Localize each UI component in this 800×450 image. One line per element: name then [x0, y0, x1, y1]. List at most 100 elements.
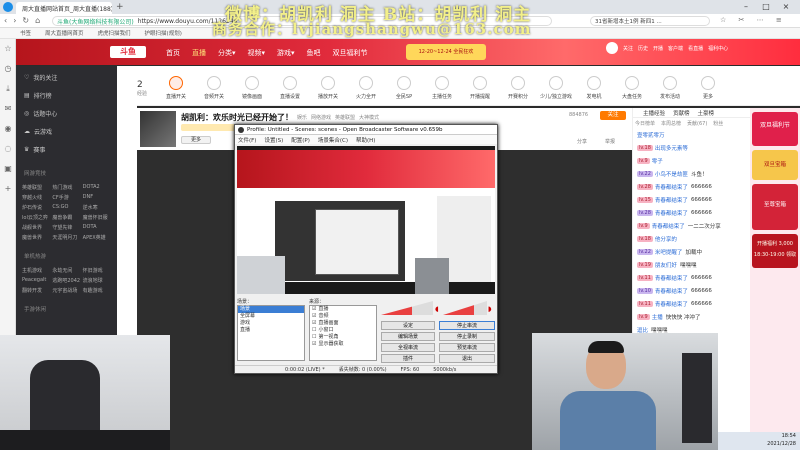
- tool-item[interactable]: 开播提醒: [461, 71, 499, 100]
- source-item[interactable]: ☑ 直播画面: [310, 320, 376, 327]
- chat-message[interactable]: lv.18 他分享的: [633, 232, 750, 245]
- chat-username[interactable]: 主播: [652, 313, 663, 321]
- chat-message[interactable]: lv.11 青春都结束了 666666: [633, 271, 750, 284]
- obs-stop-record-button[interactable]: 停止录制: [439, 332, 495, 341]
- chat-tab[interactable]: 土豪榜: [698, 109, 715, 117]
- header-watch[interactable]: 看直播: [688, 45, 703, 52]
- tool-item[interactable]: 发布活动: [651, 71, 689, 100]
- chat-username[interactable]: 米吧提醒了: [655, 248, 683, 256]
- header-welfare[interactable]: 福利中心: [708, 45, 728, 52]
- obs-settings-button[interactable]: 设定: [381, 321, 435, 330]
- chat-message[interactable]: lv.28 青春都结束了 666666: [633, 206, 750, 219]
- obs-preview[interactable]: [237, 146, 495, 294]
- game-icon[interactable]: ▣: [0, 159, 16, 179]
- checkbox-icon[interactable]: ☑: [312, 306, 316, 313]
- tool-item[interactable]: 少儿/独立游戏: [537, 71, 575, 100]
- game-link[interactable]: 怀旧游戏: [83, 267, 111, 274]
- tool-item[interactable]: 音频开关: [195, 71, 233, 100]
- game-link[interactable]: 魔兽怀旧服: [83, 214, 111, 221]
- nav-video[interactable]: 视频▾: [248, 48, 266, 58]
- source-item[interactable]: ☐ 小窗口: [310, 327, 376, 334]
- desktop-volume-meter[interactable]: [443, 301, 487, 315]
- bookmark-item[interactable]: 书签: [20, 29, 31, 37]
- user-avatar[interactable]: [606, 42, 618, 54]
- chat-message[interactable]: lv.9 主播 快快快 冲冲了: [633, 310, 750, 323]
- checkbox-icon[interactable]: ☐: [312, 327, 316, 334]
- chat-message[interactable]: 壹零贰零万: [633, 128, 750, 141]
- back-icon[interactable]: ‹: [4, 16, 7, 25]
- source-item[interactable]: ☑ 直播: [310, 306, 376, 313]
- chat-username[interactable]: 朋友们好: [655, 261, 677, 269]
- chat-message[interactable]: lv.22 小鸟不是劫匪 斗鱼！: [633, 167, 750, 180]
- room-tag[interactable]: 娱乐: [297, 114, 307, 121]
- game-link[interactable]: APEX英雄: [83, 234, 111, 241]
- obs-plugins-button[interactable]: 插件: [381, 354, 435, 363]
- game-link[interactable]: 流浪地球: [83, 277, 111, 284]
- obs-preview-button[interactable]: 预览串流: [439, 343, 495, 352]
- game-link[interactable]: DOTA2: [83, 184, 111, 191]
- home-icon[interactable]: ⌂: [35, 16, 40, 25]
- room-tag[interactable]: 网络游戏: [311, 114, 331, 121]
- toolbar-icons[interactable]: ☆ ✂ ⋯ ≡: [720, 16, 787, 24]
- chat-username[interactable]: 青春都结束了: [655, 300, 688, 308]
- maximize-button[interactable]: □: [760, 1, 772, 12]
- obs-exit-button[interactable]: 退出: [439, 354, 495, 363]
- follow-button[interactable]: 关注: [600, 111, 626, 120]
- chat-username[interactable]: 青春都结束了: [655, 209, 688, 217]
- obs-menu-file[interactable]: 文件(F): [238, 136, 256, 144]
- close-window-button[interactable]: ×: [780, 1, 792, 12]
- chat-message[interactable]: lv.28 青春都结束了 666666: [633, 180, 750, 193]
- tool-item[interactable]: 大盘任务: [613, 71, 651, 100]
- history-icon[interactable]: ◷: [0, 59, 16, 79]
- mic-icon[interactable]: ◖: [435, 305, 443, 313]
- chat-message[interactable]: lv.15 青春都结束了 666666: [633, 193, 750, 206]
- room-tag[interactable]: 英雄联盟: [335, 114, 355, 121]
- chat-subtab[interactable]: 本周总榜: [661, 120, 681, 127]
- douyu-logo[interactable]: 斗鱼: [110, 46, 146, 58]
- header-client[interactable]: 客户端: [668, 45, 683, 52]
- sidebar-item-esports[interactable]: ♛ 赛事: [16, 140, 117, 158]
- game-link[interactable]: Peacegalt: [22, 277, 50, 284]
- chat-tab[interactable]: 主播经验: [643, 109, 665, 117]
- room-more-button[interactable]: 更多: [181, 136, 211, 144]
- scene-item[interactable]: 场景: [238, 306, 304, 313]
- header-follow[interactable]: 关注: [623, 45, 633, 52]
- chat-username[interactable]: 他分享的: [655, 235, 677, 243]
- game-link[interactable]: 逆水寒: [83, 204, 111, 211]
- source-item[interactable]: ☐ 第一视角: [310, 334, 376, 341]
- source-item[interactable]: ☑ 显示器获取: [310, 341, 376, 348]
- mic-volume-meter[interactable]: [381, 301, 433, 315]
- game-link[interactable]: CS:GO: [52, 204, 80, 211]
- tool-item[interactable]: 直播设置: [271, 71, 309, 100]
- chat-message[interactable]: lv.9 零子: [633, 154, 750, 167]
- more-tools[interactable]: 更多: [689, 71, 727, 100]
- chat-username[interactable]: 青春都结束了: [655, 287, 688, 295]
- chat-username[interactable]: 青春都结束了: [655, 196, 688, 204]
- chat-username[interactable]: 青春都结束了: [655, 274, 688, 282]
- checkbox-icon[interactable]: ☑: [312, 320, 316, 327]
- chat-username[interactable]: 出现多元素等: [655, 144, 688, 152]
- scene-item[interactable]: 全屏幕: [238, 313, 304, 320]
- ad-festival[interactable]: 双旦福利节: [752, 112, 798, 146]
- tool-item[interactable]: 镜像画面: [233, 71, 271, 100]
- game-link[interactable]: 有趣游戏: [83, 287, 111, 294]
- game-link[interactable]: lol云顶之弈: [22, 214, 50, 221]
- header-history[interactable]: 历史: [638, 45, 648, 52]
- chat-subtab[interactable]: 今日榜单: [635, 120, 655, 127]
- obs-menu-settings[interactable]: 设置(S): [264, 136, 283, 144]
- game-link[interactable]: 主机游戏: [22, 267, 50, 274]
- game-link[interactable]: DNF: [83, 194, 111, 201]
- game-link[interactable]: 炉石传说: [22, 204, 50, 211]
- checkbox-icon[interactable]: ☑: [312, 313, 316, 320]
- game-link[interactable]: 战舰世界: [22, 224, 50, 231]
- game-link[interactable]: CF手游: [52, 194, 80, 201]
- mail-icon[interactable]: ✉: [0, 99, 16, 119]
- browser-tab-active[interactable]: 周大直播网站首页_周大直播(188): [16, 2, 112, 14]
- chat-message[interactable]: lv.11 青春都结束了 666666: [633, 297, 750, 310]
- obs-edit-scene-button[interactable]: 编辑场景: [381, 332, 435, 341]
- tool-item[interactable]: 发电机: [575, 71, 613, 100]
- new-tab-button[interactable]: +: [116, 2, 124, 12]
- weibo-icon[interactable]: ◉: [0, 119, 16, 139]
- game-link[interactable]: DOTA: [83, 224, 111, 231]
- obs-menu-help[interactable]: 帮助(H): [356, 136, 375, 144]
